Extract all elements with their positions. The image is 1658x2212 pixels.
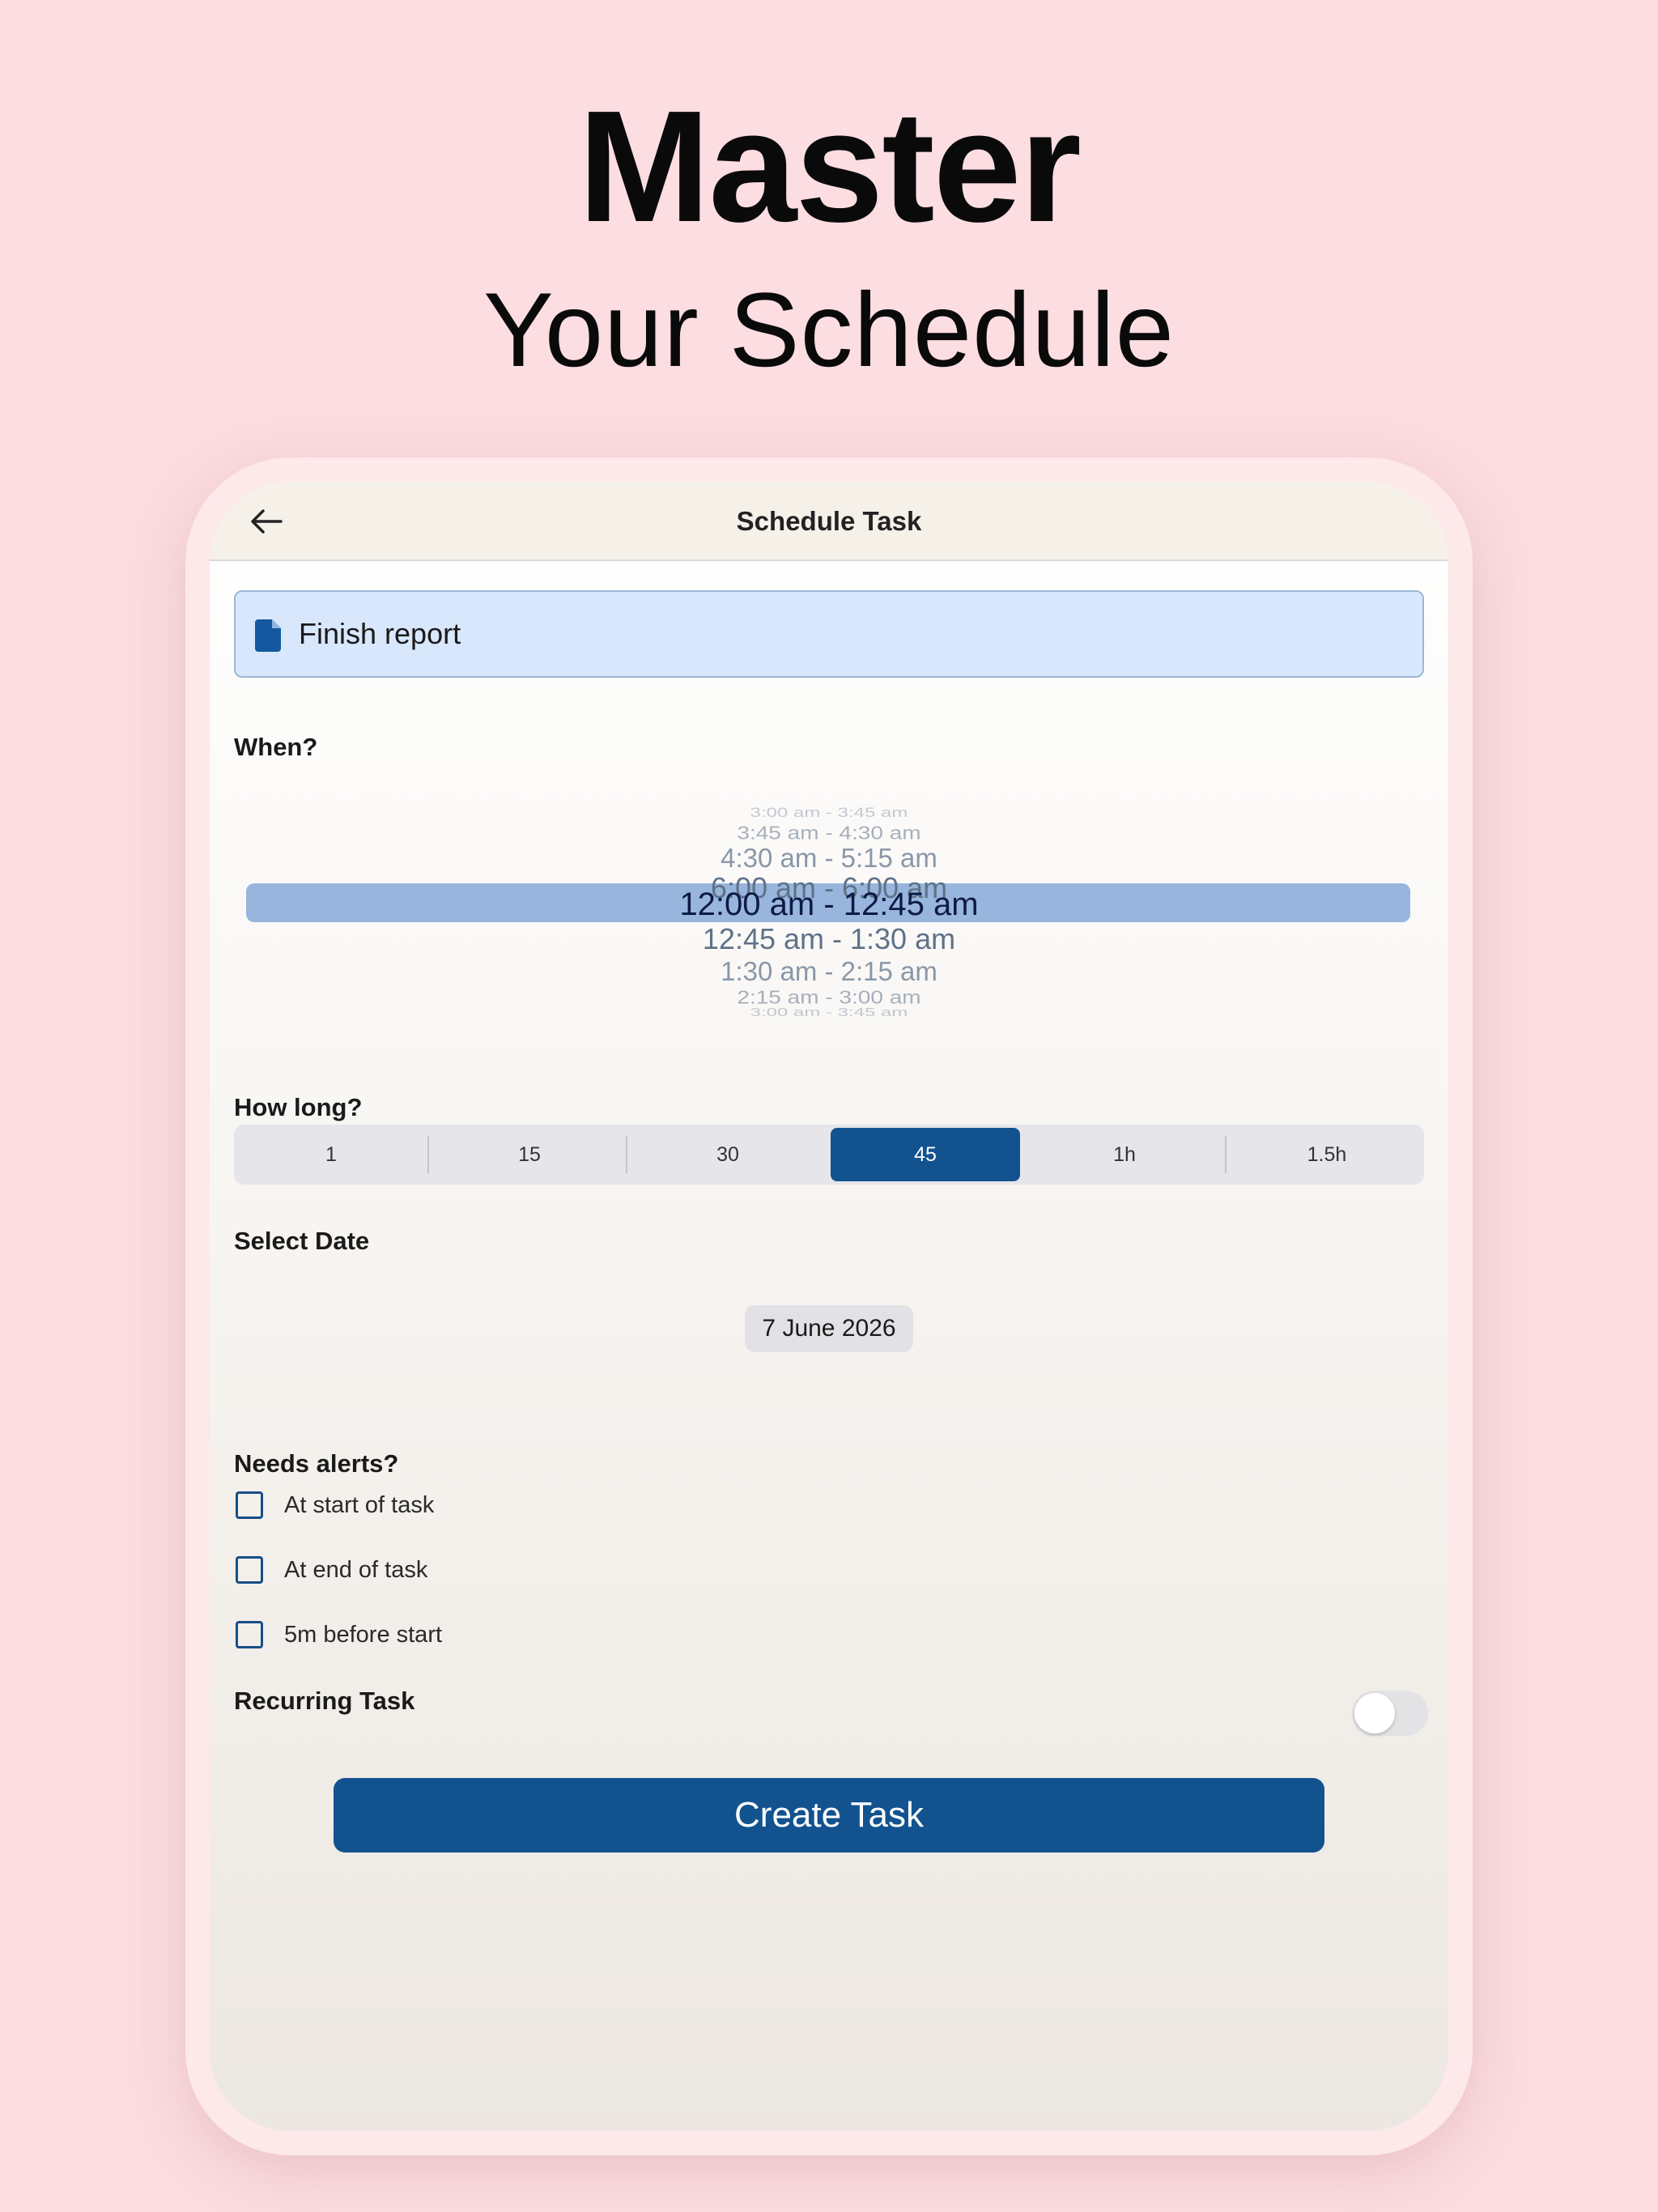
checkbox[interactable] xyxy=(236,1491,263,1519)
checkbox[interactable] xyxy=(236,1556,263,1584)
checkbox-label: At start of task xyxy=(284,1492,435,1518)
task-name: Finish report xyxy=(299,617,461,650)
checkbox-label: At end of task xyxy=(284,1557,428,1583)
recurring-toggle[interactable] xyxy=(1352,1691,1428,1736)
time-option-selected[interactable]: 12:00 am - 12:45 am xyxy=(210,887,1448,923)
device-frame: Schedule Task Finish report When? 3:00 a… xyxy=(185,457,1473,2155)
time-option[interactable]: 3:00 am - 3:45 am xyxy=(210,805,1448,821)
duration-option-45[interactable]: 45 xyxy=(831,1128,1020,1181)
needs-alerts-label: Needs alerts? xyxy=(234,1449,399,1478)
segment-divider xyxy=(626,1136,627,1173)
select-date-label: Select Date xyxy=(234,1227,370,1255)
checkbox[interactable] xyxy=(236,1621,263,1648)
segment-divider xyxy=(1225,1136,1226,1173)
marketing-title: Master xyxy=(578,78,1082,255)
date-picker-button[interactable]: 7 June 2026 xyxy=(745,1305,913,1352)
time-option[interactable]: 3:45 am - 4:30 am xyxy=(210,823,1448,844)
when-label: When? xyxy=(234,733,318,761)
duration-option-15[interactable]: 15 xyxy=(432,1125,627,1185)
duration-selector: 1 15 30 45 1h 1.5h xyxy=(234,1125,1424,1185)
top-bar: Schedule Task xyxy=(210,482,1448,561)
time-option[interactable]: 4:30 am - 5:15 am xyxy=(210,843,1448,874)
duration-option-1[interactable]: 1 xyxy=(234,1125,428,1185)
app-screen: Schedule Task Finish report When? 3:00 a… xyxy=(210,482,1448,2131)
time-option[interactable]: 12:45 am - 1:30 am xyxy=(210,922,1448,956)
duration-option-1h[interactable]: 1h xyxy=(1027,1125,1222,1185)
page-title: Schedule Task xyxy=(736,506,922,536)
time-option[interactable]: 1:30 am - 2:15 am xyxy=(210,956,1448,987)
task-name-field[interactable]: Finish report xyxy=(234,590,1424,678)
document-icon xyxy=(255,619,281,652)
time-option[interactable]: 2:15 am - 3:00 am xyxy=(210,987,1448,1008)
segment-divider xyxy=(427,1136,429,1173)
checkbox-label: 5m before start xyxy=(284,1622,443,1648)
duration-option-30[interactable]: 30 xyxy=(631,1125,825,1185)
time-option[interactable]: 3:00 am - 3:45 am xyxy=(210,1006,1448,1020)
how-long-label: How long? xyxy=(234,1093,363,1121)
toggle-knob xyxy=(1354,1693,1395,1733)
create-task-button[interactable]: Create Task xyxy=(334,1778,1324,1853)
recurring-task-label: Recurring Task xyxy=(234,1687,415,1715)
marketing-subtitle: Your Schedule xyxy=(483,270,1175,389)
duration-option-1-5h[interactable]: 1.5h xyxy=(1230,1125,1424,1185)
